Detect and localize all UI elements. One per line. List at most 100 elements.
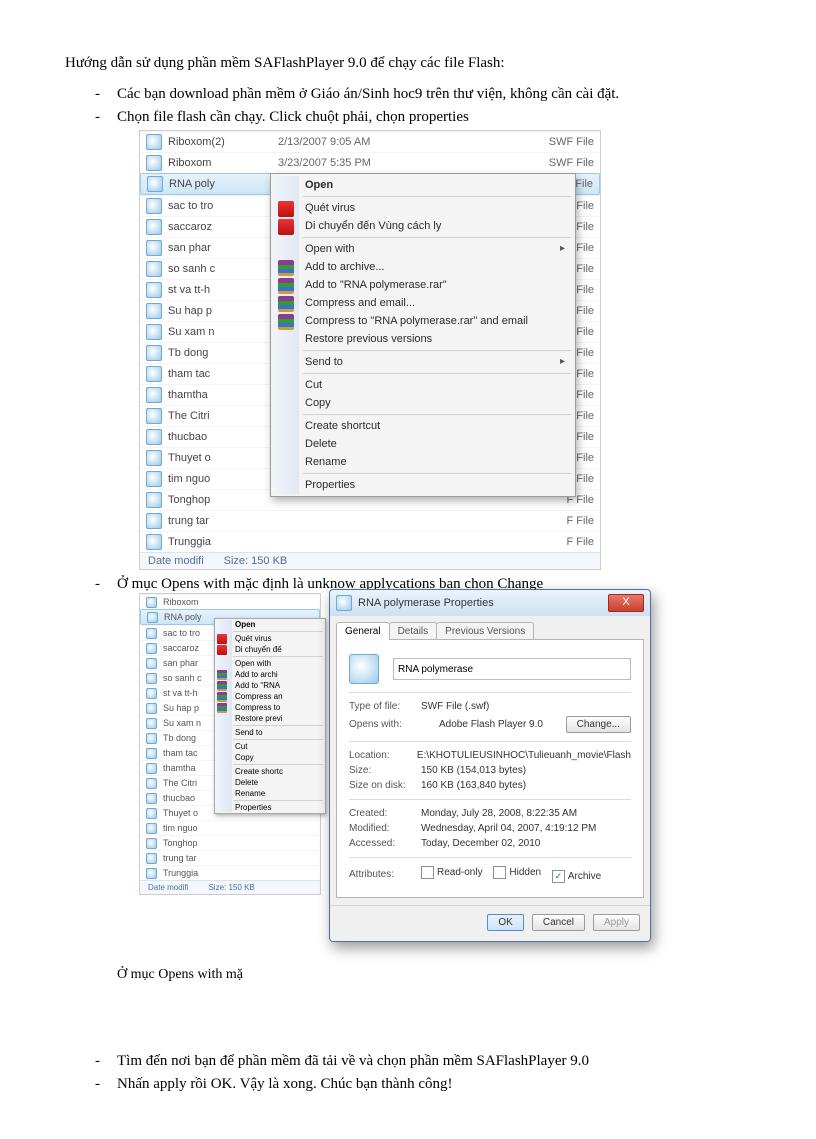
file-row[interactable]: trung tar — [140, 850, 320, 865]
checkbox-archive[interactable]: ✓Archive — [552, 870, 601, 883]
file-row[interactable]: Riboxom(2)2/13/2007 9:05 AMSWF File — [140, 131, 600, 152]
ctx-properties[interactable]: Properties — [273, 476, 573, 494]
file-name: Trunggia — [163, 868, 320, 878]
change-button[interactable]: Change... — [566, 716, 631, 733]
cancel-button[interactable]: Cancel — [532, 914, 585, 931]
winrar-icon — [217, 681, 227, 691]
status-size: 150 KB — [229, 883, 255, 892]
file-row[interactable]: Riboxom — [140, 594, 320, 609]
ctx-delete[interactable]: Delete — [215, 777, 325, 788]
ctx-copy[interactable]: Copy — [273, 394, 573, 412]
status-date-label: Date modifi — [148, 883, 188, 892]
status-bar: Date modifi Size: 150 KB — [140, 880, 320, 894]
swf-icon — [146, 450, 162, 466]
file-date: 2/13/2007 9:05 AM — [278, 136, 418, 148]
file-row[interactable]: Trunggia — [140, 865, 320, 880]
dialog-titlebar: RNA polymerase Properties X — [330, 590, 650, 616]
ctx-restore[interactable]: Restore previ — [215, 713, 325, 724]
value-openswith: Adobe Flash Player 9.0 — [439, 719, 543, 730]
doc-title: Hướng dẫn sử dụng phần mềm SAFlashPlayer… — [65, 55, 751, 72]
file-name: trung tar — [168, 515, 278, 527]
ctx-quetvirus[interactable]: Quét virus — [215, 633, 325, 644]
label-openswith: Opens with: — [349, 719, 421, 730]
kaspersky-icon — [217, 645, 227, 655]
ctx-compraremail[interactable]: Compress to "RNA polymerase.rar" and ema… — [273, 312, 573, 330]
ctx-addarchive[interactable]: Add to archive... — [273, 258, 573, 276]
ctx-compraremail[interactable]: Compress to — [215, 702, 325, 713]
status-date-label: Date modifi — [148, 555, 204, 567]
ctx-rename[interactable]: Rename — [215, 788, 325, 799]
ctx-cut[interactable]: Cut — [273, 376, 573, 394]
swf-icon — [146, 778, 157, 789]
file-name: Riboxom — [168, 157, 278, 169]
swf-icon — [336, 595, 352, 611]
file-row[interactable]: Riboxom3/23/2007 5:35 PMSWF File — [140, 152, 600, 173]
file-name: Thuyet o — [168, 452, 278, 464]
bullet-item: Ở mục Opens with mặc định là unknow appl… — [95, 576, 751, 983]
label-created: Created: — [349, 808, 421, 819]
ctx-openwith[interactable]: Open with — [215, 658, 325, 669]
ctx-restore[interactable]: Restore previous versions — [273, 330, 573, 348]
swf-icon — [146, 718, 157, 729]
status-size-label: Size: — [208, 883, 226, 892]
ctx-sendto[interactable]: Send to — [273, 353, 573, 371]
ctx-compemail[interactable]: Compress and email... — [273, 294, 573, 312]
tab-details[interactable]: Details — [389, 622, 438, 640]
ctx-rename[interactable]: Rename — [273, 453, 573, 471]
close-button[interactable]: X — [608, 594, 644, 612]
ctx-openwith[interactable]: Open with — [273, 240, 573, 258]
ctx-addarchive[interactable]: Add to archi — [215, 669, 325, 680]
apply-button[interactable]: Apply — [593, 914, 640, 931]
checkbox-readonly[interactable]: Read-only — [421, 866, 483, 879]
ctx-properties[interactable]: Properties — [215, 802, 325, 813]
ctx-quetvirus[interactable]: Quét virus — [273, 199, 573, 217]
file-name-input[interactable] — [393, 658, 631, 680]
ctx-shortcut[interactable]: Create shortc — [215, 766, 325, 777]
tab-previous-versions[interactable]: Previous Versions — [436, 622, 534, 640]
label-sizeondisk: Size on disk: — [349, 780, 421, 791]
swf-icon — [146, 303, 162, 319]
dialog-footer: OK Cancel Apply — [330, 905, 650, 941]
file-row[interactable]: Tonghop — [140, 835, 320, 850]
ctx-dichuyen[interactable]: Di chuyển đến Vùng cách ly — [273, 217, 573, 235]
file-name: Riboxom — [163, 597, 320, 607]
ctx-compemail[interactable]: Compress an — [215, 691, 325, 702]
bullet-item: Chọn file flash cần chạy. Click chuột ph… — [95, 109, 751, 570]
label-attributes: Attributes: — [349, 869, 421, 880]
file-name: RNA poly — [169, 178, 279, 190]
ctx-cut[interactable]: Cut — [215, 741, 325, 752]
ctx-open[interactable]: Open — [273, 176, 573, 194]
ok-button[interactable]: OK — [487, 914, 523, 931]
context-menu: Open Quét virus Di chuyển đến Vùng cách … — [270, 173, 576, 497]
file-name: Tonghop — [163, 838, 320, 848]
swf-icon — [146, 703, 157, 714]
swf-icon — [146, 748, 157, 759]
ctx-shortcut[interactable]: Create shortcut — [273, 417, 573, 435]
ctx-open[interactable]: Open — [215, 619, 325, 630]
ctx-dichuyen[interactable]: Di chuyển đế — [215, 644, 325, 655]
swf-icon — [146, 345, 162, 361]
file-type: F File — [418, 515, 600, 527]
winrar-icon — [278, 260, 294, 276]
swf-icon — [146, 688, 157, 699]
file-type: SWF File — [418, 157, 600, 169]
swf-icon — [147, 176, 163, 192]
file-name: san phar — [168, 242, 278, 254]
checkbox-hidden[interactable]: Hidden — [493, 866, 541, 879]
file-row[interactable]: tim nguo — [140, 820, 320, 835]
winrar-icon — [278, 278, 294, 294]
file-row[interactable]: trung tar F File — [140, 510, 600, 531]
swf-icon — [146, 823, 157, 834]
ctx-delete[interactable]: Delete — [273, 435, 573, 453]
tab-general[interactable]: General — [336, 622, 390, 640]
ctx-sendto[interactable]: Send to — [215, 727, 325, 738]
swf-icon — [146, 387, 162, 403]
ctx-copy[interactable]: Copy — [215, 752, 325, 763]
file-row[interactable]: TrunggiaF File — [140, 531, 600, 552]
swf-icon — [146, 658, 157, 669]
ctx-addrar[interactable]: Add to "RNA polymerase.rar" — [273, 276, 573, 294]
swf-icon — [146, 429, 162, 445]
flash-icon — [421, 719, 433, 731]
ctx-addrar[interactable]: Add to "RNA — [215, 680, 325, 691]
swf-icon — [146, 793, 157, 804]
